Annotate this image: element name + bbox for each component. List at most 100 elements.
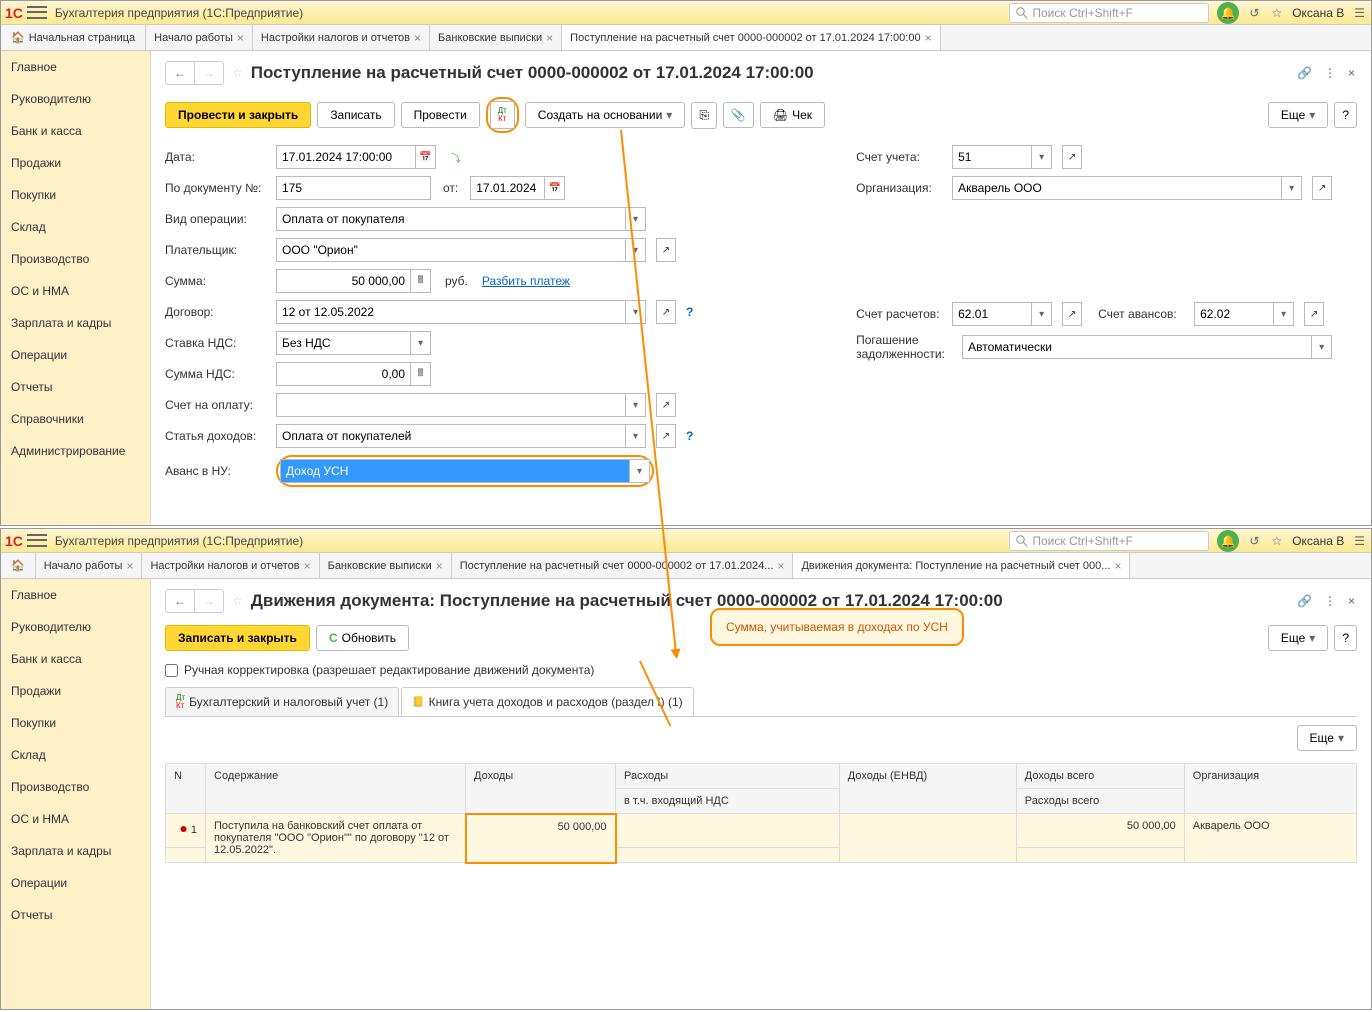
sidebar-item[interactable]: Покупки (1, 179, 150, 211)
chevron-down-icon[interactable]: ▾ (626, 300, 646, 324)
forward-icon[interactable]: → (194, 62, 223, 84)
from-date-field[interactable] (470, 176, 545, 200)
chevron-down-icon[interactable]: ▾ (1032, 302, 1052, 326)
calendar-icon[interactable]: 📅 (545, 176, 565, 200)
sidebar-item[interactable]: ОС и НМА (1, 275, 150, 307)
calc-icon[interactable]: 🖩 (411, 269, 431, 293)
user-menu-icon[interactable]: ☰ (1352, 532, 1367, 550)
menu-icon[interactable] (27, 5, 47, 21)
calendar-icon[interactable]: 📅 (416, 145, 436, 169)
search-input[interactable]: Поиск Ctrl+Shift+F (1009, 531, 1209, 551)
sidebar-item[interactable]: Производство (1, 243, 150, 275)
open-icon[interactable]: ↗ (656, 424, 676, 448)
payer-field[interactable] (276, 238, 626, 262)
tab-start[interactable]: Начало работы× (36, 553, 143, 578)
chevron-down-icon[interactable]: ▾ (411, 331, 431, 355)
open-icon[interactable]: ↗ (656, 300, 676, 324)
star-icon[interactable]: ☆ (1269, 532, 1284, 550)
org-field[interactable] (952, 176, 1282, 200)
tab-home[interactable]: 🏠 (1, 553, 36, 578)
menu-icon[interactable] (27, 533, 47, 549)
sidebar-item[interactable]: Склад (1, 739, 150, 771)
tab-bank[interactable]: Банковские выписки× (320, 553, 452, 578)
sidebar-item[interactable]: Главное (1, 51, 150, 83)
sidebar-item[interactable]: Справочники (1, 403, 150, 435)
write-button[interactable]: Записать (317, 102, 394, 128)
close-icon[interactable]: × (925, 31, 932, 45)
sidebar-item[interactable]: Зарплата и кадры (1, 835, 150, 867)
sidebar-item[interactable]: Администрирование (1, 435, 150, 467)
sidebar-item[interactable]: Банк и касса (1, 115, 150, 147)
help-icon[interactable]: ? (686, 305, 693, 319)
refresh-button[interactable]: C Обновить (316, 625, 409, 651)
calcacct-field[interactable] (952, 302, 1032, 326)
forward-icon[interactable]: → (194, 590, 223, 612)
sidebar-item[interactable]: Руководителю (1, 83, 150, 115)
user-name[interactable]: Оксана В (1292, 6, 1344, 20)
sidebar-item[interactable]: Отчеты (1, 899, 150, 931)
dt-kt-button[interactable]: ДтКт (490, 101, 515, 129)
sidebar-item[interactable]: Продажи (1, 147, 150, 179)
favorite-icon[interactable]: ☆ (232, 66, 243, 80)
back-icon[interactable]: ← (166, 62, 194, 84)
close-icon[interactable]: × (1346, 64, 1357, 82)
sum-field[interactable] (276, 269, 411, 293)
kebab-icon[interactable]: ⋮ (1322, 592, 1338, 610)
bell-icon[interactable]: 🔔 (1217, 530, 1239, 552)
advacct-field[interactable] (1194, 302, 1274, 326)
tab-tax[interactable]: Настройки налогов и отчетов× (142, 553, 319, 578)
chevron-down-icon[interactable]: ▾ (626, 238, 646, 262)
open-icon[interactable]: ↗ (656, 393, 676, 417)
open-icon[interactable]: ↗ (1304, 302, 1324, 326)
structure-icon[interactable]: ⎘ (691, 102, 717, 129)
help-icon[interactable]: ? (686, 429, 693, 443)
sidebar-item[interactable]: Склад (1, 211, 150, 243)
history-icon[interactable]: ↺ (1247, 4, 1261, 22)
debt-field[interactable] (962, 335, 1312, 359)
vatrate-field[interactable] (276, 331, 411, 355)
sidebar-item[interactable]: Покупки (1, 707, 150, 739)
open-icon[interactable]: ↗ (1312, 176, 1332, 200)
chevron-down-icon[interactable]: ▾ (626, 393, 646, 417)
favorite-icon[interactable]: ☆ (232, 594, 243, 608)
write-close-button[interactable]: Записать и закрыть (165, 625, 310, 651)
history-icon[interactable]: ↺ (1247, 532, 1261, 550)
user-name[interactable]: Оксана В (1292, 534, 1344, 548)
sidebar-item[interactable]: Производство (1, 771, 150, 803)
search-input[interactable]: Поиск Ctrl+Shift+F (1009, 3, 1209, 23)
star-icon[interactable]: ☆ (1269, 4, 1284, 22)
help-button[interactable]: ? (1334, 102, 1357, 128)
chevron-down-icon[interactable]: ▾ (1032, 145, 1052, 169)
tab-receipt[interactable]: Поступление на расчетный счет 0000-00000… (452, 553, 794, 578)
close-icon[interactable]: × (414, 31, 421, 45)
post-close-button[interactable]: Провести и закрыть (165, 102, 311, 128)
more-button[interactable]: Еще (1268, 102, 1328, 128)
check-button[interactable]: 🖨 Чек (760, 102, 825, 128)
help-button[interactable]: ? (1334, 625, 1357, 651)
tab-receipt[interactable]: Поступление на расчетный счет 0000-00000… (562, 25, 940, 50)
chevron-down-icon[interactable]: ▾ (1282, 176, 1302, 200)
open-icon[interactable]: ↗ (1062, 302, 1082, 326)
back-icon[interactable]: ← (166, 590, 194, 612)
close-icon[interactable]: × (126, 559, 133, 573)
more-button-2[interactable]: Еще (1297, 725, 1357, 751)
optype-field[interactable] (276, 207, 626, 231)
chevron-down-icon[interactable]: ▾ (630, 459, 650, 483)
tab-start[interactable]: Начало работы× (146, 25, 253, 50)
sidebar-item[interactable]: Руководителю (1, 611, 150, 643)
sidebar-item[interactable]: Главное (1, 579, 150, 611)
chevron-down-icon[interactable]: ▾ (1312, 335, 1332, 359)
split-link[interactable]: Разбить платеж (482, 274, 570, 288)
table-row[interactable]: ● 1 Поступила на банковский счет оплата … (166, 814, 1357, 848)
link-icon[interactable]: 🔗 (1295, 64, 1314, 82)
contract-field[interactable] (276, 300, 626, 324)
close-icon[interactable]: × (436, 559, 443, 573)
sidebar-item[interactable]: Операции (1, 339, 150, 371)
tab-bank[interactable]: Банковские выписки× (430, 25, 562, 50)
close-icon[interactable]: × (1114, 559, 1121, 573)
sidebar-item[interactable]: Отчеты (1, 371, 150, 403)
sidebar-item[interactable]: Банк и касса (1, 643, 150, 675)
tab-home[interactable]: 🏠 Начальная страница (1, 25, 146, 50)
sidebar-item[interactable]: Зарплата и кадры (1, 307, 150, 339)
income-item-field[interactable] (276, 424, 626, 448)
